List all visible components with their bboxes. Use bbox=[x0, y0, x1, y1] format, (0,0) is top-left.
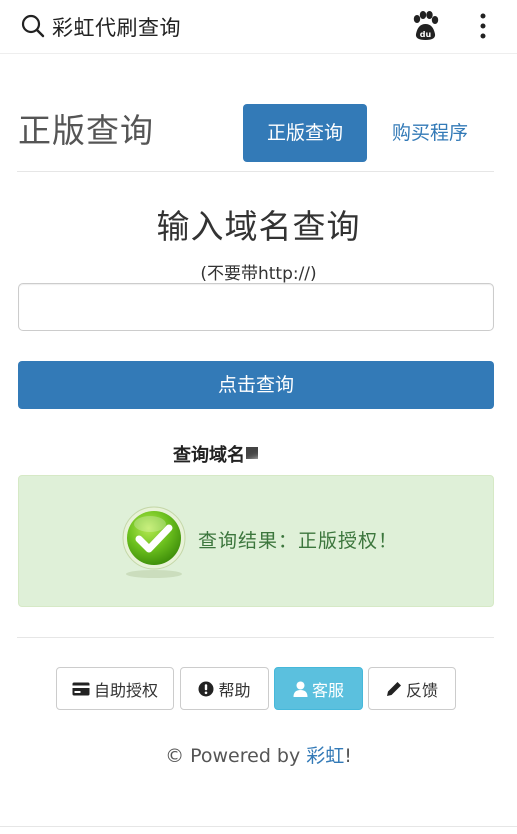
credit-card-icon bbox=[72, 682, 90, 695]
browser-title[interactable]: 彩虹代刷查询 bbox=[52, 12, 181, 42]
feedback-label: 反馈 bbox=[405, 680, 438, 700]
query-submit-button[interactable]: 点击查询 bbox=[18, 361, 494, 409]
redacted-mark bbox=[246, 447, 258, 459]
search-icon[interactable] bbox=[20, 13, 46, 39]
user-icon bbox=[293, 681, 308, 697]
divider bbox=[17, 171, 494, 172]
help-label: 帮助 bbox=[218, 680, 251, 700]
form-hint: (不要带http://) bbox=[200, 264, 317, 284]
result-message: 查询结果：正版授权！ bbox=[198, 530, 399, 552]
form-title: 输入域名查询 bbox=[156, 207, 361, 246]
divider bbox=[17, 637, 494, 638]
page-title: 正版查询 bbox=[18, 111, 154, 150]
powered-brand-link[interactable]: 彩虹 bbox=[306, 745, 344, 767]
powered-suffix: ! bbox=[344, 745, 352, 767]
more-vertical-icon[interactable] bbox=[476, 10, 490, 42]
domain-input[interactable] bbox=[18, 283, 494, 331]
query-domain-label: 查询域名 bbox=[173, 445, 245, 466]
support-label: 客服 bbox=[311, 680, 344, 700]
powered-by: © Powered by 彩虹! bbox=[0, 741, 517, 768]
support-button[interactable]: 客服 bbox=[274, 667, 363, 710]
pencil-icon bbox=[386, 681, 401, 696]
help-button[interactable]: 帮助 bbox=[180, 667, 269, 710]
divider bbox=[0, 826, 517, 827]
powered-prefix: © Powered by bbox=[165, 745, 307, 767]
check-circle-icon bbox=[122, 506, 186, 578]
exclamation-circle-icon bbox=[198, 681, 214, 696]
baidu-paw-icon[interactable]: du bbox=[410, 10, 440, 42]
paw-text: du bbox=[420, 30, 432, 39]
buy-program-link[interactable]: 购买程序 bbox=[392, 104, 468, 162]
self-auth-button[interactable]: 自助授权 bbox=[56, 667, 174, 710]
genuine-query-button[interactable]: 正版查询 bbox=[243, 104, 367, 162]
self-auth-label: 自助授权 bbox=[93, 680, 158, 700]
feedback-button[interactable]: 反馈 bbox=[368, 667, 456, 710]
browser-top-bar: 彩虹代刷查询 du bbox=[0, 0, 517, 54]
